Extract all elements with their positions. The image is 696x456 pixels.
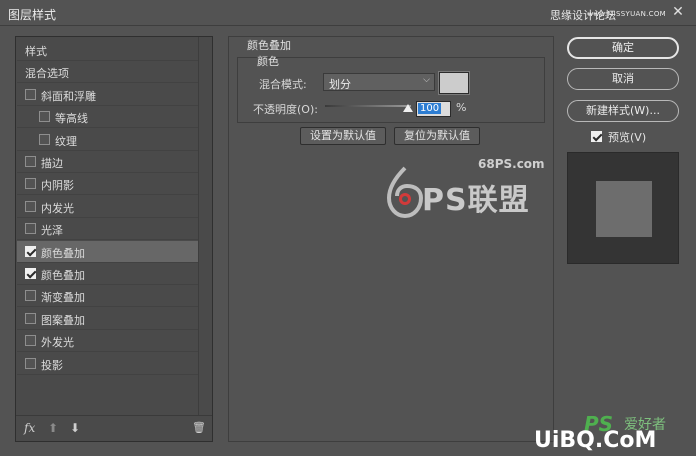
list-item[interactable]: 描边+ (17, 151, 212, 173)
style-list-panel: 样式混合选项斜面和浮雕等高线纹理描边+内阴影+内发光光泽颜色叠加+颜色叠加+渐变… (15, 36, 213, 442)
style-checkbox[interactable] (25, 312, 36, 324)
opacity-slider[interactable] (325, 105, 411, 107)
watermark-site: www.MISSYUAN.COM (587, 10, 666, 18)
reset-default-button[interactable]: 复位为默认值 (394, 127, 480, 145)
list-item-label: 混合选项 (25, 67, 69, 81)
ok-button[interactable]: 确定 (567, 37, 679, 59)
blend-mode-value: 划分 (329, 78, 351, 91)
list-item[interactable]: 投影+ (17, 353, 212, 375)
set-default-button[interactable]: 设置为默认值 (300, 127, 386, 145)
style-checkbox[interactable] (25, 156, 36, 167)
list-item[interactable]: 图案叠加 (17, 308, 199, 330)
style-checkbox[interactable] (25, 223, 36, 235)
blend-mode-select[interactable]: 划分 ⌵ (323, 73, 435, 91)
trash-icon[interactable]: 🗑 (192, 421, 206, 434)
list-item[interactable]: 外发光 (17, 330, 199, 353)
list-item-label: 图案叠加 (41, 313, 85, 327)
preview-checkbox[interactable] (591, 131, 602, 142)
list-item-label: 样式 (25, 45, 47, 58)
watermark-url: UiBQ.CoM (534, 428, 657, 453)
style-checkbox[interactable] (25, 290, 36, 302)
list-item-label: 斜面和浮雕 (41, 89, 96, 103)
sub-title: 颜色 (257, 55, 279, 68)
style-checkbox[interactable] (25, 335, 36, 347)
style-checkbox[interactable] (39, 111, 50, 123)
list-item[interactable]: 渐变叠加+ (17, 285, 212, 308)
settings-panel: 颜色叠加 颜色 混合模式: 划分 ⌵ 不透明度(O): 100 % 设置为默认值… (228, 36, 554, 442)
scrollbar[interactable] (198, 37, 212, 415)
logo-site: 68PS.com (478, 157, 545, 171)
style-checkbox[interactable] (25, 245, 36, 257)
style-checkbox[interactable] (39, 133, 50, 145)
opacity-input[interactable]: 100 (416, 101, 451, 117)
list-item-label: 纹理 (55, 134, 77, 148)
move-down-icon[interactable]: ⬇ (70, 421, 80, 435)
list-item-label: 颜色叠加 (41, 269, 85, 282)
list-item[interactable]: 混合选项 (17, 61, 199, 84)
list-item[interactable]: 斜面和浮雕 (17, 84, 199, 106)
list-footer: fx ⬆ ⬇ 🗑 (16, 415, 212, 441)
list-item-label: 渐变叠加 (41, 291, 85, 305)
logo-text: PS联盟 (422, 183, 530, 218)
list-item-label: 等高线 (55, 112, 88, 126)
opacity-label: 不透明度(O): (253, 103, 318, 116)
fx-icon[interactable]: fx (24, 421, 35, 435)
list-item[interactable]: 光泽 (17, 218, 199, 241)
blend-mode-label: 混合模式: (259, 78, 307, 91)
color-swatch[interactable] (438, 71, 470, 95)
ps-logo-icon (386, 166, 424, 218)
style-checkbox[interactable] (25, 88, 36, 100)
style-checkbox[interactable] (25, 178, 36, 190)
list-item[interactable]: 颜色叠加+ (17, 240, 212, 263)
list-item-label: 外发光 (41, 336, 74, 350)
list-item-label: 光泽 (41, 224, 63, 238)
window-title: 图层样式 (8, 8, 57, 22)
list-item-label: 描边 (41, 157, 63, 170)
style-checkbox[interactable] (25, 357, 36, 369)
title-bar: 图层样式 思缘设计论坛 www.MISSYUAN.COM ✕ (0, 0, 696, 26)
list-item-label: 内发光 (41, 201, 74, 215)
list-item[interactable]: 颜色叠加+ (17, 263, 212, 285)
cancel-button[interactable]: 取消 (567, 68, 679, 90)
preview-thumbnail (567, 152, 679, 264)
list-item[interactable]: 样式 (17, 39, 199, 61)
preview-label: 预览(V) (608, 131, 647, 144)
style-checkbox[interactable] (25, 268, 36, 279)
chevron-down-icon: ⌵ (423, 75, 430, 85)
close-icon[interactable]: ✕ (668, 3, 688, 21)
opacity-value: 100 (418, 103, 442, 114)
style-checkbox[interactable] (25, 200, 36, 212)
list-item[interactable]: 内发光 (17, 196, 199, 218)
list-item[interactable]: 纹理 (17, 129, 199, 151)
new-style-button[interactable]: 新建样式(W)... (567, 100, 679, 122)
list-item-label: 投影 (41, 358, 63, 372)
list-item-label: 颜色叠加 (41, 246, 85, 260)
opacity-slider-thumb[interactable] (403, 104, 413, 112)
list-item-label: 内阴影 (41, 179, 74, 193)
list-item[interactable]: 等高线 (17, 106, 199, 129)
list-item[interactable]: 内阴影+ (17, 173, 212, 196)
opacity-unit: % (456, 101, 467, 114)
preview-swatch (596, 181, 652, 237)
group-title: 颜色叠加 (247, 39, 291, 52)
move-up-icon[interactable]: ⬆ (48, 421, 58, 435)
